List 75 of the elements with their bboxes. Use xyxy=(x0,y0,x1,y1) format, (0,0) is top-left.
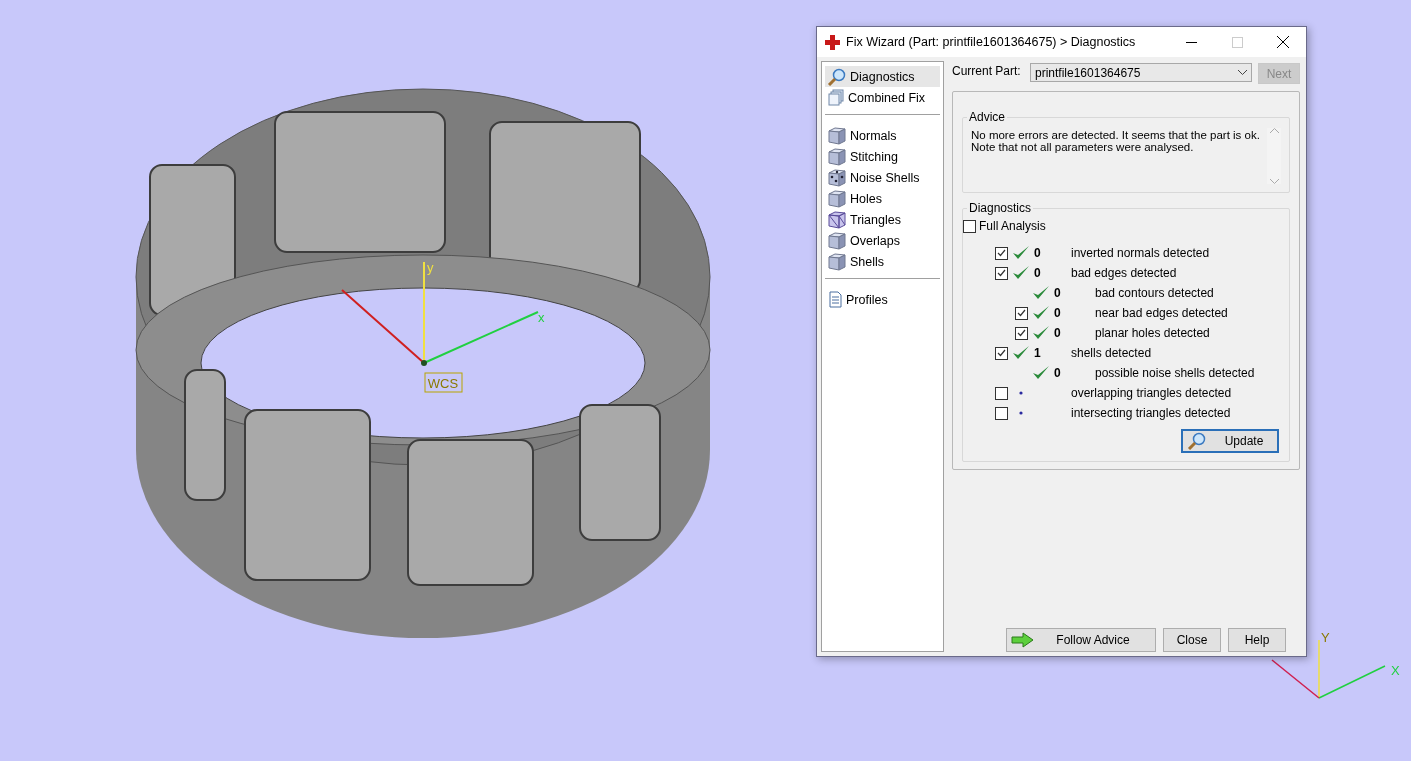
checkbox[interactable] xyxy=(963,219,976,233)
cross-icon xyxy=(825,34,840,50)
count: 0 xyxy=(1054,306,1061,320)
check-label: planar holes detected xyxy=(1094,326,1210,340)
sidebar-item[interactable]: Shells xyxy=(825,251,940,272)
check-label: possible noise shells detected xyxy=(1094,366,1255,380)
document-icon xyxy=(827,291,843,308)
stacked-pages-icon xyxy=(827,89,845,106)
advice-text: No more errors are detected. It seems that the part is ok. Note that not all parameters were analysed. xyxy=(971,128,1261,155)
sidebar-item[interactable]: Holes xyxy=(825,188,940,209)
sidebar-item[interactable]: Stitching xyxy=(825,146,940,167)
checkmark-icon xyxy=(1032,285,1050,301)
field-label: Current Part: xyxy=(952,63,1022,78)
checkmark-icon xyxy=(1032,305,1050,321)
axis-label: x xyxy=(538,310,545,325)
checkmark-icon xyxy=(1012,345,1030,361)
arrow-icon xyxy=(1011,632,1035,648)
checkmark-icon xyxy=(1032,365,1050,381)
checkbox[interactable] xyxy=(994,346,1008,360)
sidebar-item[interactable]: Noise Shells xyxy=(825,167,940,188)
close-icon[interactable] xyxy=(1277,36,1289,48)
dialog-button[interactable]: Close xyxy=(1163,628,1221,652)
check-label: intersecting triangles detected xyxy=(1071,406,1231,420)
count: 0 xyxy=(1054,326,1061,340)
wcs-label: WCS xyxy=(424,372,463,393)
update-button[interactable]: Update xyxy=(1181,429,1279,453)
sidebar-item[interactable]: Overlaps xyxy=(825,230,940,251)
check-label: overlapping triangles detected xyxy=(1071,386,1232,400)
checkmark-icon xyxy=(1032,325,1050,341)
check-label: inverted normals detected xyxy=(1071,246,1210,260)
magnifier-icon xyxy=(827,67,847,86)
follow-advice-button[interactable]: Follow Advice xyxy=(1006,628,1156,652)
checkmark-icon xyxy=(1012,265,1030,281)
magnifier-icon xyxy=(1187,432,1207,450)
checkbox[interactable] xyxy=(1014,326,1028,340)
axis-label: Y xyxy=(1321,630,1330,645)
wireframe-cube-icon xyxy=(827,210,847,229)
count: 0 xyxy=(1034,246,1041,260)
count: 0 xyxy=(1034,266,1041,280)
pending-dot-icon xyxy=(1019,411,1023,415)
cube-icon xyxy=(827,189,847,208)
sidebar-item[interactable]: Profiles xyxy=(825,289,940,310)
sidebar-item[interactable]: Combined Fix xyxy=(825,87,940,108)
count: 0 xyxy=(1054,286,1061,300)
window-title: Fix Wizard (Part: printfile1601364675) > Diagnostics xyxy=(846,35,1137,49)
pending-dot-icon xyxy=(1019,391,1023,395)
group-title: Advice xyxy=(968,110,1007,124)
chevron-icon xyxy=(1238,70,1247,75)
count: 1 xyxy=(1034,346,1041,360)
cube-icon xyxy=(827,147,847,166)
sidebar-item[interactable]: Diagnostics xyxy=(825,66,940,87)
checkbox[interactable] xyxy=(994,386,1008,400)
cube-icon xyxy=(827,252,847,271)
checkbox[interactable] xyxy=(994,266,1008,280)
part-dropdown[interactable]: printfile1601364675 xyxy=(1030,63,1252,82)
checkbox[interactable] xyxy=(1014,306,1028,320)
axis-label: X xyxy=(1391,663,1400,678)
minimize-icon[interactable] xyxy=(1185,41,1197,43)
dotted-cube-icon xyxy=(827,168,847,187)
check-label: bad contours detected xyxy=(1094,286,1214,300)
checkbox[interactable] xyxy=(994,246,1008,260)
group-title: Diagnostics xyxy=(968,201,1033,215)
sidebar-item[interactable]: Triangles xyxy=(825,209,940,230)
count: 0 xyxy=(1054,366,1061,380)
dialog-button[interactable]: Help xyxy=(1228,628,1286,652)
cube-icon xyxy=(827,231,847,250)
checkbox-label: Full Analysis xyxy=(979,219,1046,233)
axis-label: y xyxy=(427,260,434,275)
checkmark-icon xyxy=(1012,245,1030,261)
checkbox[interactable] xyxy=(994,406,1008,420)
sidebar-item[interactable]: Normals xyxy=(825,125,940,146)
check-label: shells detected xyxy=(1071,346,1152,360)
check-label: bad edges detected xyxy=(1071,266,1177,280)
check-label: near bad edges detected xyxy=(1094,306,1228,320)
cube-icon xyxy=(827,126,847,145)
